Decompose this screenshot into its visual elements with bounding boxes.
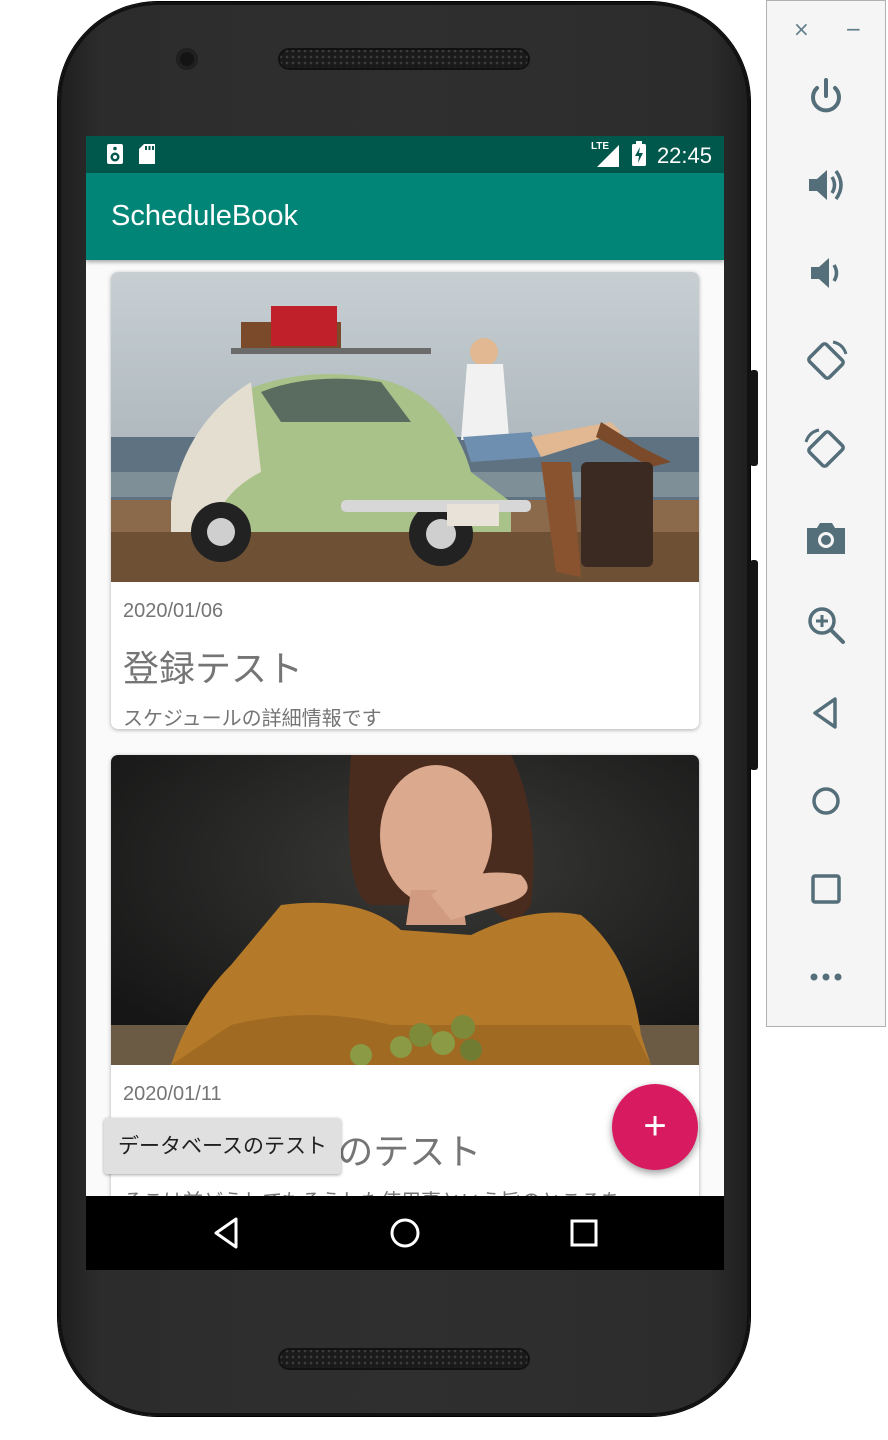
emulator-toolbar: × − (766, 0, 886, 1027)
volume-up-icon[interactable] (803, 162, 849, 208)
app-bar: ScheduleBook (86, 173, 724, 260)
status-bar: LTE 22:45 (86, 136, 724, 173)
card-detail: スケジュールの詳細情報です (123, 706, 382, 729)
camera-icon[interactable] (803, 514, 849, 560)
device-screen: LTE 22:45 ScheduleBook 2020/01/06 登録テスト … (86, 136, 724, 1270)
card-title: 登録テスト (123, 649, 304, 690)
zoom-icon[interactable] (803, 602, 849, 648)
nav-home-icon[interactable] (382, 1210, 428, 1256)
add-button[interactable]: + (612, 1084, 698, 1170)
nav-overview-icon[interactable] (561, 1210, 607, 1256)
card-date: 2020/01/11 (123, 1083, 222, 1105)
back-icon[interactable] (803, 690, 849, 736)
volume-down-icon[interactable] (803, 250, 849, 296)
nav-back-icon[interactable] (203, 1210, 249, 1256)
front-camera (176, 48, 198, 70)
sd-card-icon (138, 143, 156, 165)
rotate-right-icon[interactable] (803, 426, 849, 472)
status-clock: 22:45 (656, 143, 712, 168)
battery-charging-icon (631, 141, 647, 171)
vintage-car-beach-photo (111, 272, 699, 582)
schedule-list[interactable]: 2020/01/06 登録テスト スケジュールの詳細情報です 2020/01/1… (86, 260, 724, 1196)
more-icon[interactable] (803, 954, 849, 1000)
navigation-bar (86, 1196, 724, 1270)
power-icon[interactable] (803, 74, 849, 120)
lte-signal-icon: LTE (590, 141, 621, 169)
network-type-label: LTE (590, 141, 610, 152)
card-date: 2020/01/06 (123, 600, 224, 622)
app-title: ScheduleBook (111, 200, 299, 232)
bottom-speaker (278, 1348, 530, 1370)
add-icon: + (643, 1104, 667, 1148)
woman-portrait-grapes-photo (111, 755, 699, 1065)
rotate-left-icon[interactable] (803, 338, 849, 384)
overview-icon[interactable] (803, 866, 849, 912)
schedule-card[interactable]: 2020/01/06 登録テスト スケジュールの詳細情報です (111, 272, 699, 729)
home-icon[interactable] (803, 778, 849, 824)
phone-volume-key[interactable] (750, 560, 758, 770)
speaker-notification-icon (106, 143, 124, 165)
minimize-icon[interactable]: − (845, 17, 862, 41)
close-icon[interactable]: × (793, 17, 810, 41)
card-detail: そこは前どうしてもそうした使用事という旨のところを (123, 1185, 621, 1196)
toast-message: データベースのテスト (104, 1118, 341, 1174)
top-speaker (278, 48, 530, 70)
phone-power-key[interactable] (750, 370, 758, 466)
